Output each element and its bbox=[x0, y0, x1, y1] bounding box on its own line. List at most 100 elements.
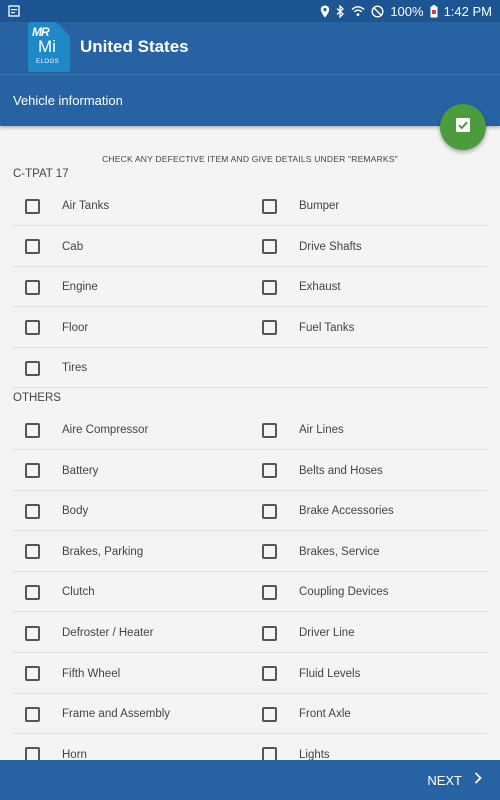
checkbox[interactable] bbox=[25, 198, 40, 214]
checklist-item[interactable]: Battery bbox=[25, 451, 98, 491]
checkbox[interactable] bbox=[262, 625, 277, 641]
checklist-item[interactable]: Clutch bbox=[25, 572, 95, 612]
checklist-item-label: Brakes, Service bbox=[299, 545, 380, 558]
checkbox[interactable] bbox=[262, 747, 277, 760]
checklist-item-label: Fluid Levels bbox=[299, 667, 361, 680]
checklist-item[interactable]: Fifth Wheel bbox=[25, 654, 120, 694]
do-not-disturb-icon bbox=[371, 4, 384, 18]
checklist-item[interactable]: Floor bbox=[25, 308, 88, 348]
checklist-item[interactable]: Brakes, Service bbox=[262, 532, 380, 572]
checkbox[interactable] bbox=[25, 625, 40, 641]
checklist-item-label: Fifth Wheel bbox=[62, 667, 121, 680]
checklist-item-label: Clutch bbox=[62, 586, 95, 599]
app-bar: MR Mi ELOGS United States bbox=[0, 22, 500, 74]
checklist-item[interactable]: Engine bbox=[25, 267, 98, 307]
checklist-item-label: Aire Compressor bbox=[62, 424, 149, 436]
checklist-row: Fifth Wheel Fluid Levels bbox=[13, 654, 487, 694]
checklist-item[interactable]: Front Axle bbox=[262, 694, 351, 734]
checklist-item-label: Brakes, Parking bbox=[62, 545, 144, 558]
next-button[interactable]: NEXT bbox=[427, 771, 482, 789]
checkbox[interactable] bbox=[25, 666, 40, 682]
wifi-icon bbox=[351, 5, 365, 17]
checklist-item[interactable]: Fuel Tanks bbox=[262, 308, 354, 348]
sub-header: Vehicle information bbox=[0, 74, 500, 126]
checklist-item[interactable]: Fluid Levels bbox=[262, 654, 360, 694]
checkbox[interactable] bbox=[262, 706, 277, 722]
checklist-item[interactable]: Horn bbox=[25, 735, 87, 760]
checkbox[interactable] bbox=[25, 360, 40, 376]
section-title: OTHERS bbox=[13, 392, 61, 404]
checkbox[interactable] bbox=[25, 584, 40, 600]
checklist-item[interactable]: Air Tanks bbox=[25, 186, 109, 226]
checklist-item-label: Cab bbox=[62, 240, 84, 253]
checklist-item[interactable]: Cab bbox=[25, 227, 83, 267]
checklist-item[interactable]: Coupling Devices bbox=[262, 572, 389, 612]
checkbox[interactable] bbox=[25, 747, 40, 760]
checkbox[interactable] bbox=[25, 503, 40, 519]
checklist-item-label: Horn bbox=[62, 748, 87, 760]
notification-icon bbox=[8, 5, 20, 17]
checklist-item[interactable]: Drive Shafts bbox=[262, 227, 362, 267]
checklist-item[interactable]: Bumper bbox=[262, 186, 339, 226]
checklist-item-label: Brake Accessories bbox=[299, 505, 394, 518]
checklist-item[interactable]: Driver Line bbox=[262, 613, 355, 653]
checkbox[interactable] bbox=[262, 584, 277, 600]
checklist-item[interactable]: Belts and Hoses bbox=[262, 451, 383, 491]
next-label: NEXT bbox=[427, 772, 462, 788]
checklist-item-label: Body bbox=[62, 505, 89, 518]
checkbox[interactable] bbox=[25, 706, 40, 722]
checkbox[interactable] bbox=[25, 279, 40, 295]
checklist-item[interactable]: Body bbox=[25, 491, 88, 531]
checklist-row: Body Brake Accessories bbox=[13, 491, 487, 532]
checklist-item[interactable]: Brakes, Parking bbox=[25, 532, 143, 572]
checklist-item[interactable]: Brake Accessories bbox=[262, 491, 394, 531]
checkbox[interactable] bbox=[25, 422, 40, 438]
location-icon bbox=[320, 5, 330, 18]
checkbox[interactable] bbox=[262, 503, 277, 519]
checklist-item-label: Driver Line bbox=[299, 627, 355, 639]
checklist-item-label: Drive Shafts bbox=[299, 240, 362, 253]
checkbox[interactable] bbox=[262, 463, 277, 479]
logo-elogs: ELOGS bbox=[36, 59, 60, 65]
checkbox[interactable] bbox=[262, 422, 277, 438]
checklist-item[interactable]: Aire Compressor bbox=[25, 410, 148, 450]
checklist-row: Engine Exhaust bbox=[13, 267, 487, 308]
checklist-item-label: Lights bbox=[299, 748, 330, 760]
checklist-item-label: Exhaust bbox=[299, 281, 341, 294]
instruction-text: CHECK ANY DEFECTIVE ITEM AND GIVE DETAIL… bbox=[102, 154, 398, 164]
checkbox[interactable] bbox=[262, 320, 277, 336]
inspection-form[interactable]: CHECK ANY DEFECTIVE ITEM AND GIVE DETAIL… bbox=[0, 126, 500, 760]
checklist-item[interactable]: Frame and Assembly bbox=[25, 694, 170, 734]
battery-percentage: 100% bbox=[390, 3, 424, 19]
checklist-item-label: Floor bbox=[62, 321, 89, 334]
checkbox[interactable] bbox=[262, 544, 277, 560]
confirm-fab-button[interactable] bbox=[440, 104, 486, 150]
bluetooth-icon bbox=[336, 4, 345, 18]
checkbox[interactable] bbox=[262, 198, 277, 214]
checklist-row: Horn Lights bbox=[13, 735, 487, 760]
checklist-item-label: Front Axle bbox=[299, 708, 351, 721]
checklist-item-label: Engine bbox=[62, 281, 98, 294]
checkbox-checked-icon bbox=[455, 117, 471, 138]
checklist-row: Air Tanks Bumper bbox=[13, 186, 487, 226]
checkbox[interactable] bbox=[262, 239, 277, 255]
checkbox[interactable] bbox=[25, 239, 40, 255]
checkbox[interactable] bbox=[262, 666, 277, 682]
checklist-item[interactable]: Air Lines bbox=[262, 410, 344, 450]
battery-icon bbox=[430, 4, 438, 18]
checklist-item-label: Tires bbox=[62, 362, 88, 375]
checklist-item[interactable]: Exhaust bbox=[262, 267, 341, 307]
checklist-item[interactable]: Lights bbox=[262, 735, 330, 760]
checklist-item-label: Air Lines bbox=[299, 424, 344, 436]
page-title: Vehicle information bbox=[13, 93, 123, 108]
checkbox[interactable] bbox=[25, 463, 40, 479]
checkbox[interactable] bbox=[25, 544, 40, 560]
checklist-item-label: Frame and Assembly bbox=[62, 708, 171, 721]
section-title: C-TPAT 17 bbox=[13, 168, 69, 180]
app-logo: MR Mi ELOGS bbox=[28, 22, 70, 72]
checkbox[interactable] bbox=[25, 320, 40, 336]
checklist-item-label: Fuel Tanks bbox=[299, 321, 355, 334]
checklist-item[interactable]: Tires bbox=[25, 348, 87, 388]
checklist-item[interactable]: Defroster / Heater bbox=[25, 613, 153, 653]
checkbox[interactable] bbox=[262, 279, 277, 295]
